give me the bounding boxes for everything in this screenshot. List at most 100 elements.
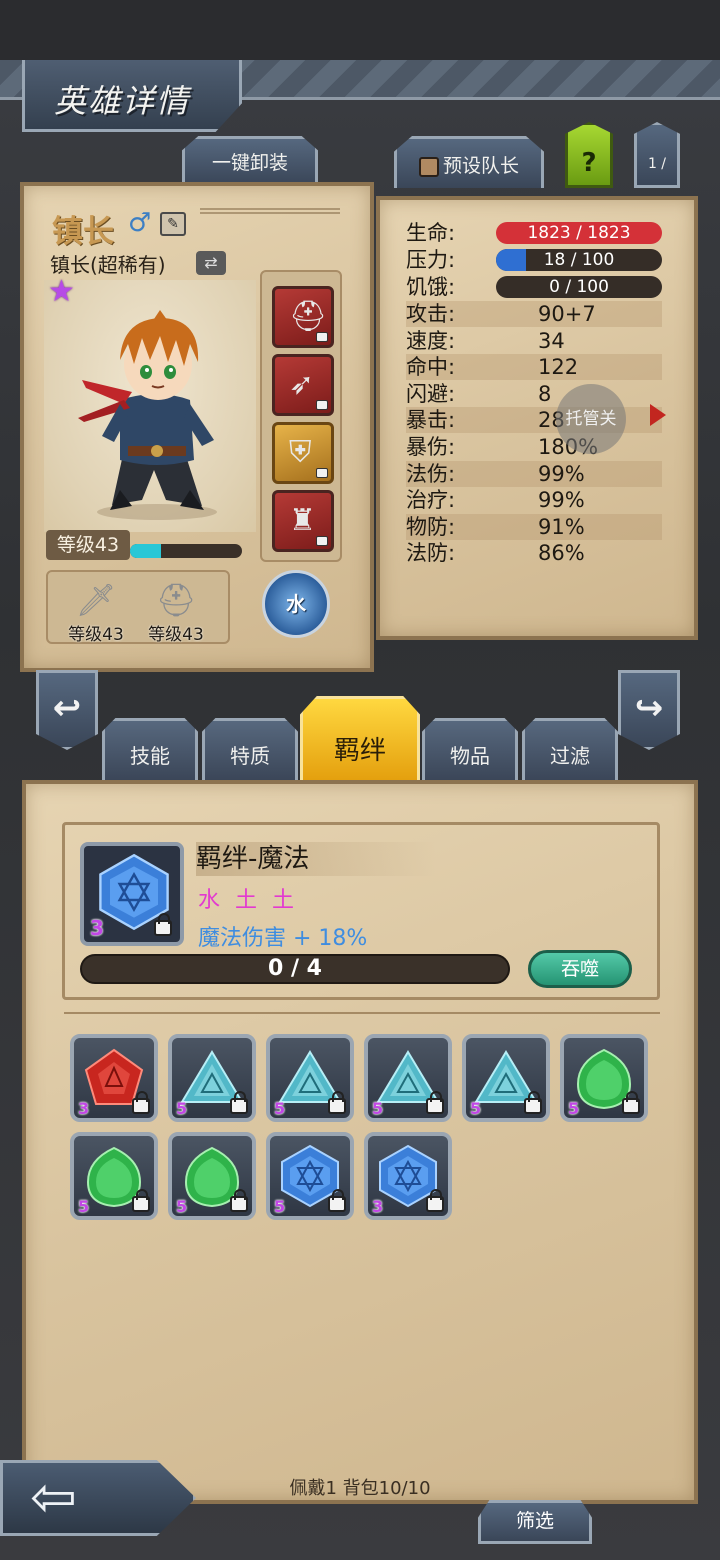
tab-skills[interactable]: 技能 xyxy=(102,718,198,780)
equip-slot-weapon[interactable]: ➶ xyxy=(272,354,334,416)
tab-filter[interactable]: 过滤 xyxy=(522,718,618,780)
gem-count: 3 xyxy=(372,1197,384,1216)
gem-count: 5 xyxy=(274,1099,286,1118)
hero-level-badge: 等级43 xyxy=(46,530,130,560)
lock-icon xyxy=(426,1091,444,1114)
synergy-elements: 水 土 土 xyxy=(198,888,298,913)
swap-class-icon[interactable]: ⇄ xyxy=(196,251,226,275)
hp-value: 1823 / 1823 xyxy=(527,223,631,243)
inventory-info: 佩戴1 背包10/10 xyxy=(289,1478,431,1499)
previous-hero-button[interactable]: ↩ xyxy=(36,670,98,750)
stat-row: 法伤: 99% xyxy=(406,460,662,487)
lock-icon xyxy=(316,400,328,410)
stat-value: 99% xyxy=(538,488,585,513)
stat-row: 命中: 122 xyxy=(406,354,662,381)
stat-value: 8 xyxy=(538,381,552,406)
gem-count: 5 xyxy=(176,1197,188,1216)
gem-count: 5 xyxy=(372,1099,384,1118)
stat-row: 物防: 91% xyxy=(406,513,662,540)
gem-slot[interactable]: 3 xyxy=(70,1034,158,1122)
hero-portrait xyxy=(78,310,217,520)
stat-label: 法伤: xyxy=(406,461,456,486)
panel-ornament xyxy=(200,208,340,214)
back-arrow-icon: ⇦ xyxy=(30,1465,77,1530)
tab-bonds[interactable]: 羁绊 xyxy=(300,696,420,780)
divider xyxy=(64,1012,660,1014)
stress-bar: 18 / 100 xyxy=(496,249,662,271)
exp-bar-fill xyxy=(130,544,162,558)
preset-captain-label: 预设队长 xyxy=(442,155,519,177)
armor-icon: ♜ xyxy=(289,503,316,538)
help-button[interactable]: ? xyxy=(565,122,613,188)
stat-label: 饥饿: xyxy=(406,275,456,299)
stat-value: 90+7 xyxy=(538,302,596,326)
hero-name: 镇长 xyxy=(52,214,114,250)
gem-slot[interactable]: 5 xyxy=(266,1034,354,1122)
gem-slot[interactable]: 5 xyxy=(266,1132,354,1220)
weapon-gear[interactable]: 🗡 等级43 xyxy=(56,580,136,645)
lock-icon xyxy=(316,468,328,478)
helmet-icon: ⛑ xyxy=(155,581,197,619)
hunger-bar: 0 / 100 xyxy=(496,276,662,298)
gem-slot[interactable]: 5 xyxy=(168,1034,256,1122)
checkbox-icon[interactable] xyxy=(418,156,439,177)
gem-count: 5 xyxy=(274,1197,286,1216)
stat-row: 治疗: 99% xyxy=(406,487,662,513)
gear-box: 🗡 等级43 ⛑ 等级43 xyxy=(46,570,230,645)
synergy-title: 羁绊-魔法 xyxy=(196,842,436,876)
armor-gear[interactable]: ⛑ 等级43 xyxy=(136,580,216,645)
tab-traits[interactable]: 特质 xyxy=(202,718,298,780)
edit-name-icon[interactable]: ✎ xyxy=(160,212,186,236)
expand-arrow-icon[interactable] xyxy=(650,404,666,426)
devour-progress-bar: 0 / 4 xyxy=(80,954,510,984)
water-element-badge[interactable]: 水 xyxy=(262,570,330,638)
lock-icon xyxy=(132,1091,150,1114)
stat-row: 闪避: 8 xyxy=(406,381,662,407)
tab-items[interactable]: 物品 xyxy=(422,718,518,780)
gem-count: 5 xyxy=(176,1099,188,1118)
equip-slot-armor[interactable]: ♜ xyxy=(272,490,334,552)
unequip-all-button[interactable]: 一键卸装 xyxy=(182,136,318,184)
stat-label: 物防: xyxy=(406,514,456,539)
stat-label: 压力: xyxy=(406,248,456,272)
gem-slot[interactable]: 5 xyxy=(70,1132,158,1220)
equipment-strip: ⛑ ➶ ⛨ ♜ xyxy=(260,270,342,562)
equip-slot-visor[interactable]: ⛨ xyxy=(272,422,334,484)
lock-icon xyxy=(132,1189,150,1212)
hero-page-counter: 1 / 32 xyxy=(634,122,680,188)
filter-button[interactable]: 筛选 xyxy=(478,1500,592,1544)
male-icon: ♂ xyxy=(128,208,152,238)
visor-helmet-icon: ⛨ xyxy=(289,435,312,470)
autoplay-toggle[interactable]: 托管关 xyxy=(556,384,626,454)
bow-icon: ➶ xyxy=(289,367,315,402)
gem-slot[interactable]: 5 xyxy=(168,1132,256,1220)
stat-hunger: 饥饿: 0 / 100 xyxy=(406,274,662,300)
synergy-gem-frame[interactable]: 3 xyxy=(80,842,184,946)
gem-count: 5 xyxy=(78,1197,90,1216)
stat-value: 91% xyxy=(538,514,585,539)
next-hero-button[interactable]: ↪ xyxy=(618,670,680,750)
gem-slot[interactable]: 3 xyxy=(364,1132,452,1220)
gem-slot[interactable]: 5 xyxy=(364,1034,452,1122)
stat-hp: 生命: 1823 / 1823 xyxy=(406,220,662,246)
stat-label: 生命: xyxy=(406,221,456,245)
stat-label: 闪避: xyxy=(406,381,456,406)
sword-icon: 🗡 xyxy=(75,581,117,619)
weapon-level: 等级43 xyxy=(68,625,124,645)
gem-slot[interactable]: 5 xyxy=(560,1034,648,1122)
stat-label: 暴击: xyxy=(406,408,456,433)
devour-button[interactable]: 吞噬 xyxy=(528,950,632,988)
equip-slot-helmet[interactable]: ⛑ xyxy=(272,286,334,348)
stat-label: 法防: xyxy=(406,541,456,566)
stat-value: 86% xyxy=(538,541,585,566)
stat-row: 速度: 34 xyxy=(406,328,662,354)
lock-icon xyxy=(426,1189,444,1212)
preset-captain-toggle[interactable]: 预设队长 xyxy=(394,136,544,188)
exp-bar xyxy=(130,544,242,558)
stat-label: 攻击: xyxy=(406,302,456,326)
gem-count: 5 xyxy=(568,1099,580,1118)
stress-value: 18 / 100 xyxy=(543,250,615,270)
gem-slot[interactable]: 5 xyxy=(462,1034,550,1122)
stat-value: 99% xyxy=(538,461,585,486)
stat-label: 治疗: xyxy=(406,488,456,513)
